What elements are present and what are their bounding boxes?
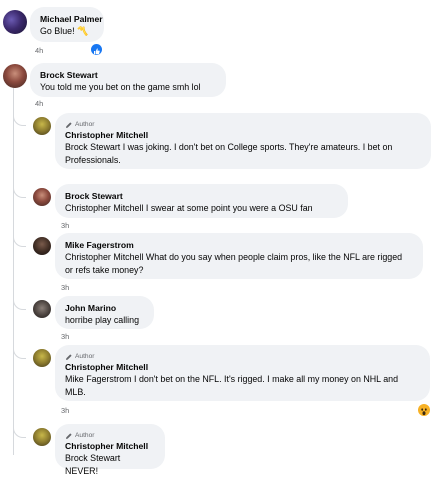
commenter-name[interactable]: Brock Stewart (65, 191, 337, 202)
avatar[interactable] (3, 64, 27, 88)
reply-bubble: Author Christopher Mitchell Mike Fagerst… (55, 345, 430, 401)
avatar[interactable] (33, 188, 51, 206)
comment-text: Go Blue! 〽️ (40, 26, 89, 36)
avatar[interactable] (33, 117, 51, 135)
like-reaction-icon[interactable] (91, 44, 102, 55)
commenter-name[interactable]: Christopher Mitchell (65, 130, 420, 141)
thread-connector (13, 234, 26, 247)
pencil-icon (66, 121, 72, 128)
avatar[interactable] (33, 349, 51, 367)
thread-connector (13, 425, 26, 438)
author-badge: Author (65, 120, 420, 129)
commenter-name[interactable]: Christopher Mitchell (65, 362, 419, 373)
avatar[interactable] (33, 237, 51, 255)
pencil-icon (66, 353, 72, 360)
avatar[interactable] (3, 10, 27, 34)
commenter-name[interactable]: Christopher Mitchell (65, 441, 154, 452)
wow-reaction-icon[interactable] (418, 404, 430, 416)
author-badge: Author (65, 431, 154, 440)
timestamp[interactable]: 3h (61, 406, 69, 415)
timestamp[interactable]: 3h (61, 283, 69, 292)
commenter-name[interactable]: Michael Palmer (40, 14, 103, 25)
avatar[interactable] (33, 300, 51, 318)
reply-bubble: Author Christopher Mitchell Brock Stewar… (55, 113, 431, 169)
thread-connector (13, 297, 26, 310)
reply-bubble: Mike Fagerstrom Christopher Mitchell Wha… (55, 233, 423, 279)
thread-line (13, 85, 14, 455)
commenter-name[interactable]: John Marino (65, 303, 143, 314)
pencil-icon (66, 432, 72, 439)
comment-text: You told me you bet on the game smh lol (40, 82, 201, 92)
comment-bubble: Brock Stewart You told me you bet on the… (30, 63, 226, 97)
comment-text: Mike Fagerstrom I don't bet on the NFL. … (65, 374, 399, 397)
commenter-name[interactable]: Mike Fagerstrom (65, 240, 412, 251)
author-label: Author (75, 121, 95, 128)
timestamp[interactable]: 4h (35, 99, 43, 108)
thread-connector (13, 185, 26, 198)
comment-text: Christopher Mitchell I swear at some poi… (65, 203, 313, 213)
commenter-name[interactable]: Brock Stewart (40, 70, 215, 81)
reply-bubble: Brock Stewart Christopher Mitchell I swe… (55, 184, 348, 218)
comment-text: horribe play calling (65, 315, 139, 325)
author-label: Author (75, 432, 95, 439)
timestamp[interactable]: 3h (61, 332, 69, 341)
reply-bubble: John Marino horribe play calling (55, 296, 154, 329)
timestamp[interactable]: 3h (61, 221, 69, 230)
comment-text: Brock Stewart NEVER! (65, 453, 121, 476)
comment-bubble: Michael Palmer Go Blue! 〽️ (30, 7, 104, 42)
comment-text: Christopher Mitchell What do you say whe… (65, 252, 403, 275)
timestamp[interactable]: 4h (35, 46, 43, 55)
comment-text: Brock Stewart I was joking. I don't bet … (65, 142, 393, 165)
author-badge: Author (65, 352, 419, 361)
reply-bubble: Author Christopher Mitchell Brock Stewar… (55, 424, 165, 476)
thread-connector (13, 346, 26, 359)
avatar[interactable] (33, 428, 51, 446)
thread-connector (13, 113, 26, 126)
author-label: Author (75, 353, 95, 360)
